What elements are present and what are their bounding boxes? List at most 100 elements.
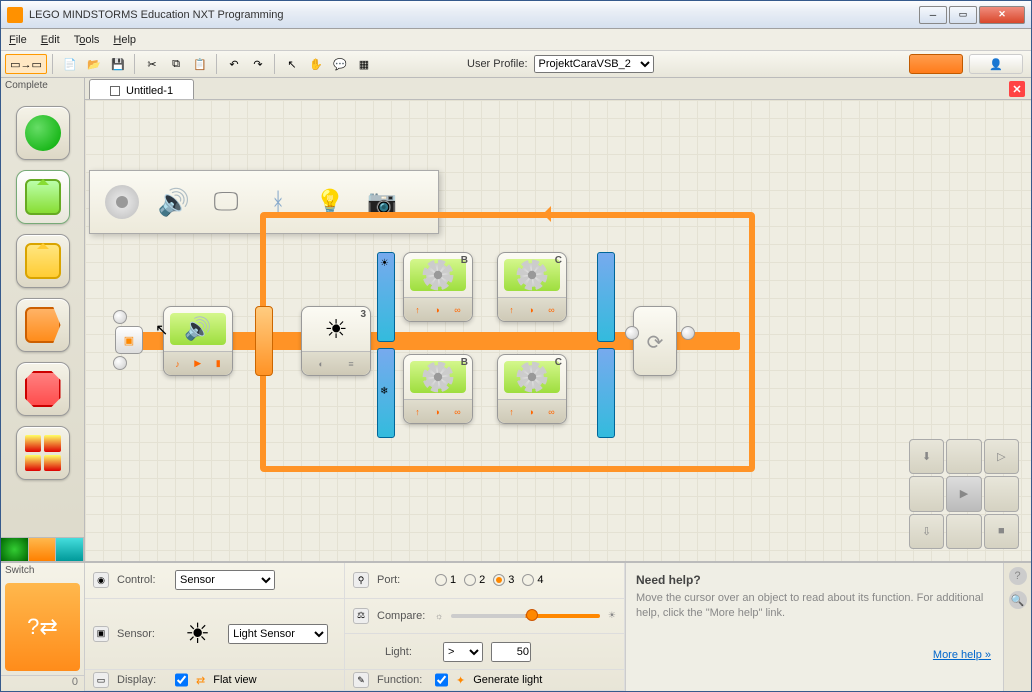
nav-left[interactable] <box>909 476 944 511</box>
display-label: Display: <box>117 674 167 686</box>
user-button[interactable]: 👤 <box>969 54 1023 74</box>
nav-download-icon[interactable]: ⬇ <box>909 439 944 474</box>
motor-block-c-top[interactable]: C ↑◑∞ <box>497 252 567 322</box>
sensor-label: Sensor: <box>117 628 167 640</box>
nav-stop-icon[interactable]: ■ <box>984 514 1019 549</box>
flyout-sound-icon[interactable]: 🔊 <box>154 182 194 222</box>
light-op-select[interactable]: > <box>443 642 483 662</box>
port-4[interactable]: 4 <box>522 574 543 586</box>
sensor-icon: ▣ <box>93 626 109 642</box>
document-tab[interactable]: Untitled-1 <box>89 79 194 99</box>
lego-brick-button[interactable] <box>909 54 963 74</box>
minimize-button[interactable]: ─ <box>919 6 947 24</box>
light-value-input[interactable] <box>491 642 531 662</box>
tab-icon <box>110 86 120 96</box>
control-label: Control: <box>117 574 167 586</box>
palette-advanced[interactable] <box>16 426 70 480</box>
help-toggle-icon[interactable]: ? <box>1009 567 1027 585</box>
switch-block[interactable]: ☀3 ◐≡ <box>301 306 371 376</box>
config-title: Switch <box>1 563 84 579</box>
palette-tab-3[interactable] <box>56 538 84 561</box>
toolbar-mode-icon[interactable]: ▭→▭ <box>5 54 47 74</box>
grid-icon[interactable]: ▦ <box>353 54 375 74</box>
control-select[interactable]: Sensor <box>175 570 275 590</box>
profile-select[interactable]: ProjektCaraVSB_2 <box>534 55 654 73</box>
loop-start[interactable] <box>255 306 273 376</box>
undo-icon[interactable]: ↶ <box>223 54 245 74</box>
start-block[interactable]: ▣ <box>115 326 143 354</box>
switch-merge-bar-bottom[interactable] <box>597 348 615 438</box>
palette-sensor[interactable] <box>16 234 70 288</box>
nav-down[interactable] <box>946 514 981 549</box>
comment-icon[interactable]: 💬 <box>329 54 351 74</box>
plug-icon <box>113 310 127 324</box>
function-value: Generate light <box>473 674 542 686</box>
port-2[interactable]: 2 <box>464 574 485 586</box>
pointer-icon[interactable]: ↖ <box>281 54 303 74</box>
palette-tabs <box>1 537 84 561</box>
cut-icon[interactable]: ✂ <box>141 54 163 74</box>
tab-close-button[interactable]: ✕ <box>1009 81 1025 97</box>
display-icon: ▭ <box>93 672 109 688</box>
compare-icon: ⚖ <box>353 608 369 624</box>
menu-file[interactable]: File <box>9 34 27 46</box>
palette-tab-1[interactable] <box>1 538 29 561</box>
palette-action[interactable] <box>16 170 70 224</box>
motor-block-b-top[interactable]: B ↑◑∞ <box>403 252 473 322</box>
redo-icon[interactable]: ↷ <box>247 54 269 74</box>
menu-edit[interactable]: Edit <box>41 34 60 46</box>
plug-icon <box>681 326 695 340</box>
function-check[interactable] <box>435 670 448 690</box>
nav-play-icon[interactable]: ▷ <box>984 439 1019 474</box>
sensor-select[interactable]: Light Sensor <box>228 624 328 644</box>
port-1[interactable]: 1 <box>435 574 456 586</box>
maximize-button[interactable]: ▭ <box>949 6 977 24</box>
config-count: 0 <box>1 675 84 691</box>
save-icon[interactable]: 💾 <box>107 54 129 74</box>
document-tabbar: Untitled-1 ✕ <box>85 78 1031 100</box>
menu-tools[interactable]: Tools <box>74 34 100 46</box>
pan-icon[interactable]: ✋ <box>305 54 327 74</box>
close-button[interactable]: ✕ <box>979 6 1025 24</box>
palette-tab-2[interactable] <box>29 538 57 561</box>
control-icon: ◉ <box>93 572 109 588</box>
toolbar: ▭→▭ 📄 📂 💾 ✂ ⧉ 📋 ↶ ↷ ↖ ✋ 💬 ▦ User Profile… <box>1 51 1031 78</box>
config-block-icon: ?⇄ <box>5 583 80 671</box>
tab-title: Untitled-1 <box>126 85 173 97</box>
nav-up[interactable] <box>946 439 981 474</box>
motor-block-b-bottom[interactable]: B ↑◑∞ <box>403 354 473 424</box>
display-value: Flat view <box>213 674 256 686</box>
help-link[interactable]: More help » <box>933 649 991 661</box>
loop-arrow-icon <box>535 206 551 222</box>
help-panel: Need help? Move the cursor over an objec… <box>626 563 1003 691</box>
switch-merge-bar-top[interactable] <box>597 252 615 342</box>
profile-label: User Profile: <box>467 58 528 70</box>
palette-data[interactable] <box>16 362 70 416</box>
plug-icon <box>625 326 639 340</box>
display-check[interactable] <box>175 670 188 690</box>
loop-end-block[interactable]: ⟳ <box>633 306 677 376</box>
zoom-icon[interactable]: 🔍 <box>1009 591 1027 609</box>
palette-flow[interactable] <box>16 298 70 352</box>
plug-icon <box>113 356 127 370</box>
copy-icon[interactable]: ⧉ <box>165 54 187 74</box>
sound-block[interactable]: 🔊 ♪▶▮ <box>163 306 233 376</box>
port-icon: ⚲ <box>353 572 369 588</box>
function-label: Function: <box>377 674 427 686</box>
open-icon[interactable]: 📂 <box>83 54 105 74</box>
nav-right[interactable] <box>984 476 1019 511</box>
compare-slider[interactable] <box>451 614 600 618</box>
nav-download-run-icon[interactable]: ⇩ <box>909 514 944 549</box>
light-label: Light: <box>385 646 435 658</box>
new-icon[interactable]: 📄 <box>59 54 81 74</box>
flyout-motor-icon[interactable] <box>102 182 142 222</box>
program-canvas[interactable]: 🔊 🖵 ᚼ 💡 📷 ▣ 🔊 ♪▶▮ <box>85 100 1031 561</box>
palette-common[interactable] <box>16 106 70 160</box>
paste-icon[interactable]: 📋 <box>189 54 211 74</box>
port-3[interactable]: 3 <box>493 574 514 586</box>
menu-help[interactable]: Help <box>113 34 136 46</box>
flyout-display-icon[interactable]: 🖵 <box>206 182 246 222</box>
nav-center-play-icon[interactable]: ▶ <box>946 476 981 511</box>
motor-block-c-bottom[interactable]: C ↑◑∞ <box>497 354 567 424</box>
palette-sidebar: Complete <box>1 78 85 561</box>
